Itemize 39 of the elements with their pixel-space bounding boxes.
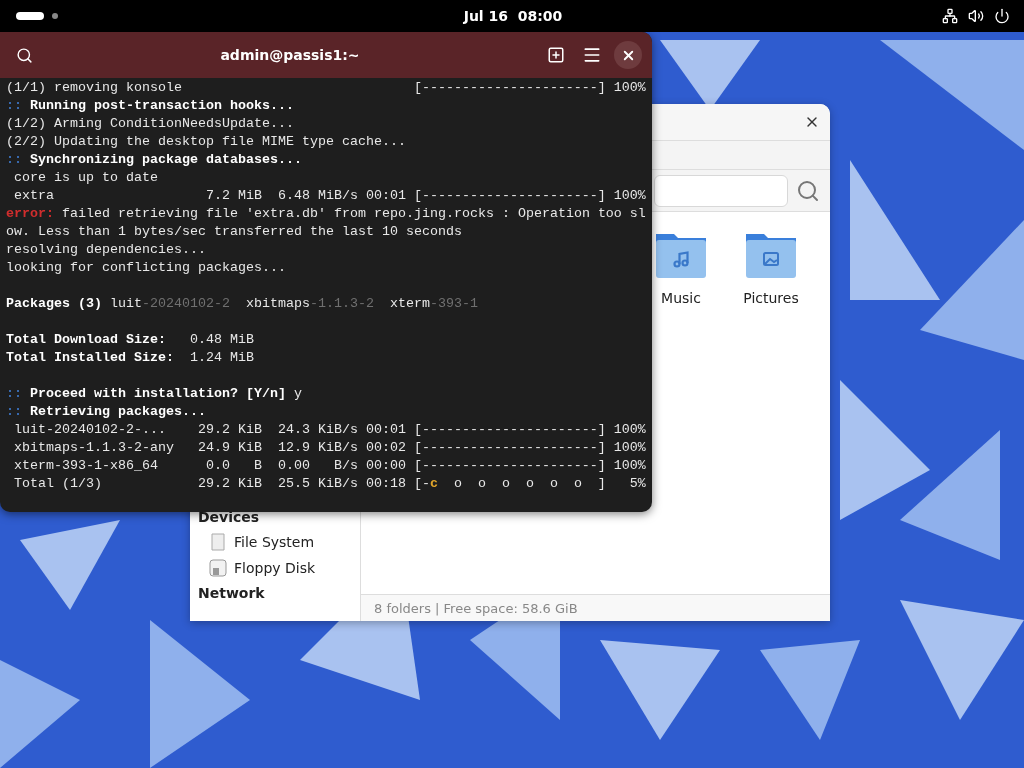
terminal-line: ow. Less than 1 bytes/sec transferred the last 10 seconds xyxy=(6,223,463,241)
drive-icon xyxy=(208,532,228,552)
clock[interactable]: Jul 16 08:00 xyxy=(463,8,563,24)
terminal-line: :: Running post-transaction hooks... xyxy=(6,97,295,115)
terminal-line: (1/1) removing konsole [----------------------] 100% xyxy=(6,79,646,97)
folder-name[interactable]: Music xyxy=(661,290,701,306)
window-title: admin@passis1:~ xyxy=(219,47,361,63)
network-icon[interactable] xyxy=(942,8,958,24)
terminal-line: extra 7.2 MiB 6.48 MiB/s 00:01 [----------------------] 100% xyxy=(13,187,646,205)
volume-icon[interactable] xyxy=(968,8,984,24)
terminal-line: xterm-393-1-x86_64 0.0 B 0.00 B/s 00:00 [----------------------] 100% xyxy=(13,457,646,475)
search-icon[interactable] xyxy=(15,46,33,64)
close-button[interactable] xyxy=(614,41,642,69)
terminal-line: luit-20240102-2-... 29.2 KiB 24.3 KiB/s 00:01 [----------------------] 100% xyxy=(13,421,646,439)
folder-name[interactable]: Pictures xyxy=(743,290,799,306)
power-icon[interactable] xyxy=(994,8,1010,24)
terminal-line: error: failed retrieving file 'extra.db' from repo.jing.rocks : Operation too sl xyxy=(6,205,646,223)
terminal-line: core is up to date xyxy=(13,169,159,187)
terminal-line: (2/2) Updating the desktop file MIME type cache... xyxy=(6,133,407,151)
terminal-line: Total Download Size: 0.48 MiB xyxy=(6,331,255,349)
terminal-line: :: Retrieving packages... xyxy=(6,403,207,421)
sidebar-heading: Devices xyxy=(198,508,261,527)
sidebar-heading: Network xyxy=(198,584,266,603)
terminal-line: (1/2) Arming ConditionNeedsUpdate... xyxy=(6,115,295,133)
sidebar-item[interactable]: File System xyxy=(234,534,315,550)
terminal-line: Packages (3) luit-20240102-2 xbitmaps-1.1.3-2 xterm-393-1 xyxy=(6,295,479,313)
activities-indicator[interactable] xyxy=(16,12,44,20)
terminal-line: Total (1/3) 29.2 KiB 25.5 KiB/s 00:18 [-c o o o o o o ] 5% xyxy=(13,475,646,493)
sidebar-item[interactable]: Floppy Disk xyxy=(234,560,316,576)
terminal-line: :: Synchronizing package databases... xyxy=(6,151,303,169)
terminal-line: :: Proceed with installation? [Y/n] y xyxy=(6,385,303,403)
status-bar: 8 folders | Free space: 58.6 GiB xyxy=(361,594,830,621)
terminal-line: resolving dependencies... xyxy=(6,241,207,259)
workspace-dot[interactable] xyxy=(52,13,58,19)
terminal-line: looking for conflicting packages... xyxy=(6,259,287,277)
new-tab-icon[interactable] xyxy=(547,46,565,64)
terminal-line: Total Installed Size: 1.24 MiB xyxy=(6,349,255,367)
search-field[interactable] xyxy=(654,174,788,207)
terminal-line: xbitmaps-1.1.3-2-any 24.9 KiB 12.9 KiB/s 00:02 [----------------------] 100% xyxy=(13,439,646,457)
